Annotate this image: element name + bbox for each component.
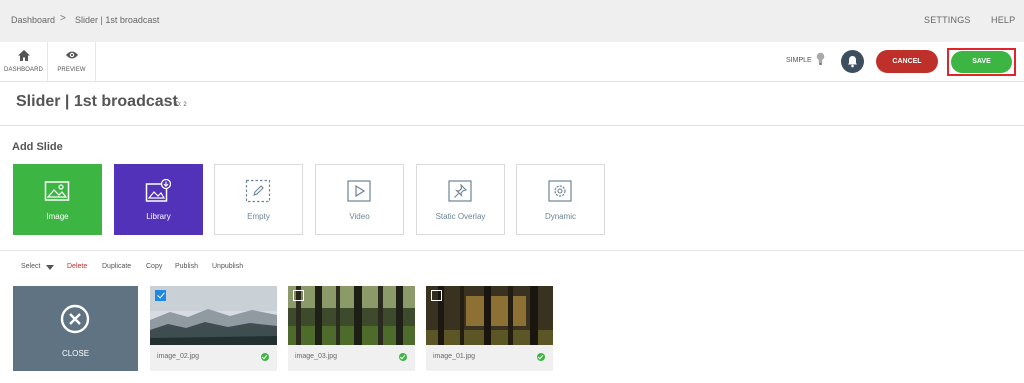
slide-filename: image_03.jpg xyxy=(295,353,338,360)
tile-label: Static Overlay xyxy=(435,212,486,221)
tile-label: Empty xyxy=(247,212,270,221)
slide-thumbnail xyxy=(150,286,277,345)
dashboard-label: DASHBOARD xyxy=(4,67,43,73)
simple-mode-label: SIMPLE xyxy=(786,57,812,64)
dashboard-button[interactable]: DASHBOARD xyxy=(0,42,48,82)
slider-id: ID: 2 xyxy=(174,102,187,108)
published-check-icon xyxy=(537,353,545,361)
slide-checkbox[interactable] xyxy=(155,290,166,301)
tile-label: Image xyxy=(46,212,69,221)
divider xyxy=(0,125,1024,126)
library-icon xyxy=(145,179,171,202)
preview-button[interactable]: PREVIEW xyxy=(48,42,96,82)
slide-thumbnail xyxy=(288,286,415,345)
breadcrumb-dashboard[interactable]: Dashboard xyxy=(11,15,55,25)
eye-icon xyxy=(66,51,78,59)
slide-card[interactable]: image_01.jpg xyxy=(426,286,553,371)
add-empty-slide-tile[interactable]: Empty xyxy=(214,164,303,235)
home-icon xyxy=(18,50,30,61)
page-title: Slider | 1st broadcast xyxy=(16,93,178,110)
slide-checkbox[interactable] xyxy=(293,290,304,301)
select-dropdown[interactable]: Select xyxy=(21,263,40,270)
publish-button[interactable]: Publish xyxy=(175,263,198,270)
add-library-slide-tile[interactable]: Library xyxy=(114,164,203,235)
cancel-button[interactable]: CANCEL xyxy=(876,50,938,73)
slide-checkbox[interactable] xyxy=(431,290,442,301)
add-static-overlay-tile[interactable]: Static Overlay xyxy=(416,164,505,235)
help-link[interactable]: HELP xyxy=(991,15,1015,25)
chevron-down-icon[interactable] xyxy=(46,265,54,270)
add-slide-heading: Add Slide xyxy=(12,141,63,153)
breadcrumb-separator-icon: > xyxy=(60,13,66,24)
slide-card[interactable]: image_02.jpg xyxy=(150,286,277,371)
close-icon xyxy=(60,304,90,334)
pin-icon xyxy=(448,180,472,202)
image-icon xyxy=(44,181,70,201)
slide-card[interactable]: image_03.jpg xyxy=(288,286,415,371)
close-card[interactable]: CLOSE xyxy=(13,286,138,371)
lightbulb-icon[interactable] xyxy=(816,52,825,66)
save-button[interactable]: SAVE xyxy=(951,51,1012,73)
add-dynamic-slide-tile[interactable]: Dynamic xyxy=(516,164,605,235)
published-check-icon xyxy=(261,353,269,361)
preview-label: PREVIEW xyxy=(57,67,86,73)
slide-thumbnail xyxy=(426,286,553,345)
top-bar: Dashboard > Slider | 1st broadcast SETTI… xyxy=(0,0,1024,42)
slide-filename: image_01.jpg xyxy=(433,353,476,360)
empty-icon xyxy=(245,179,271,203)
video-play-icon xyxy=(347,180,371,202)
tile-label: Dynamic xyxy=(544,212,577,221)
delete-button[interactable]: Delete xyxy=(67,263,87,270)
bell-icon xyxy=(848,56,857,68)
tile-label: Library xyxy=(146,212,171,221)
published-check-icon xyxy=(399,353,407,361)
breadcrumb-current: Slider | 1st broadcast xyxy=(75,15,160,25)
close-label: CLOSE xyxy=(61,349,90,358)
gear-icon xyxy=(548,180,572,202)
add-video-slide-tile[interactable]: Video xyxy=(315,164,404,235)
copy-button[interactable]: Copy xyxy=(146,263,162,270)
tile-label: Video xyxy=(349,212,370,221)
notifications-button[interactable] xyxy=(841,50,864,73)
slide-filename: image_02.jpg xyxy=(157,353,200,360)
divider xyxy=(0,250,1024,251)
duplicate-button[interactable]: Duplicate xyxy=(102,263,131,270)
add-image-slide-tile[interactable]: Image xyxy=(13,164,102,235)
unpublish-button[interactable]: Unpublish xyxy=(212,263,243,270)
editor-toolbar: DASHBOARD PREVIEW SIMPLE CANCEL SAVE xyxy=(0,42,1024,82)
settings-link[interactable]: SETTINGS xyxy=(924,15,971,25)
